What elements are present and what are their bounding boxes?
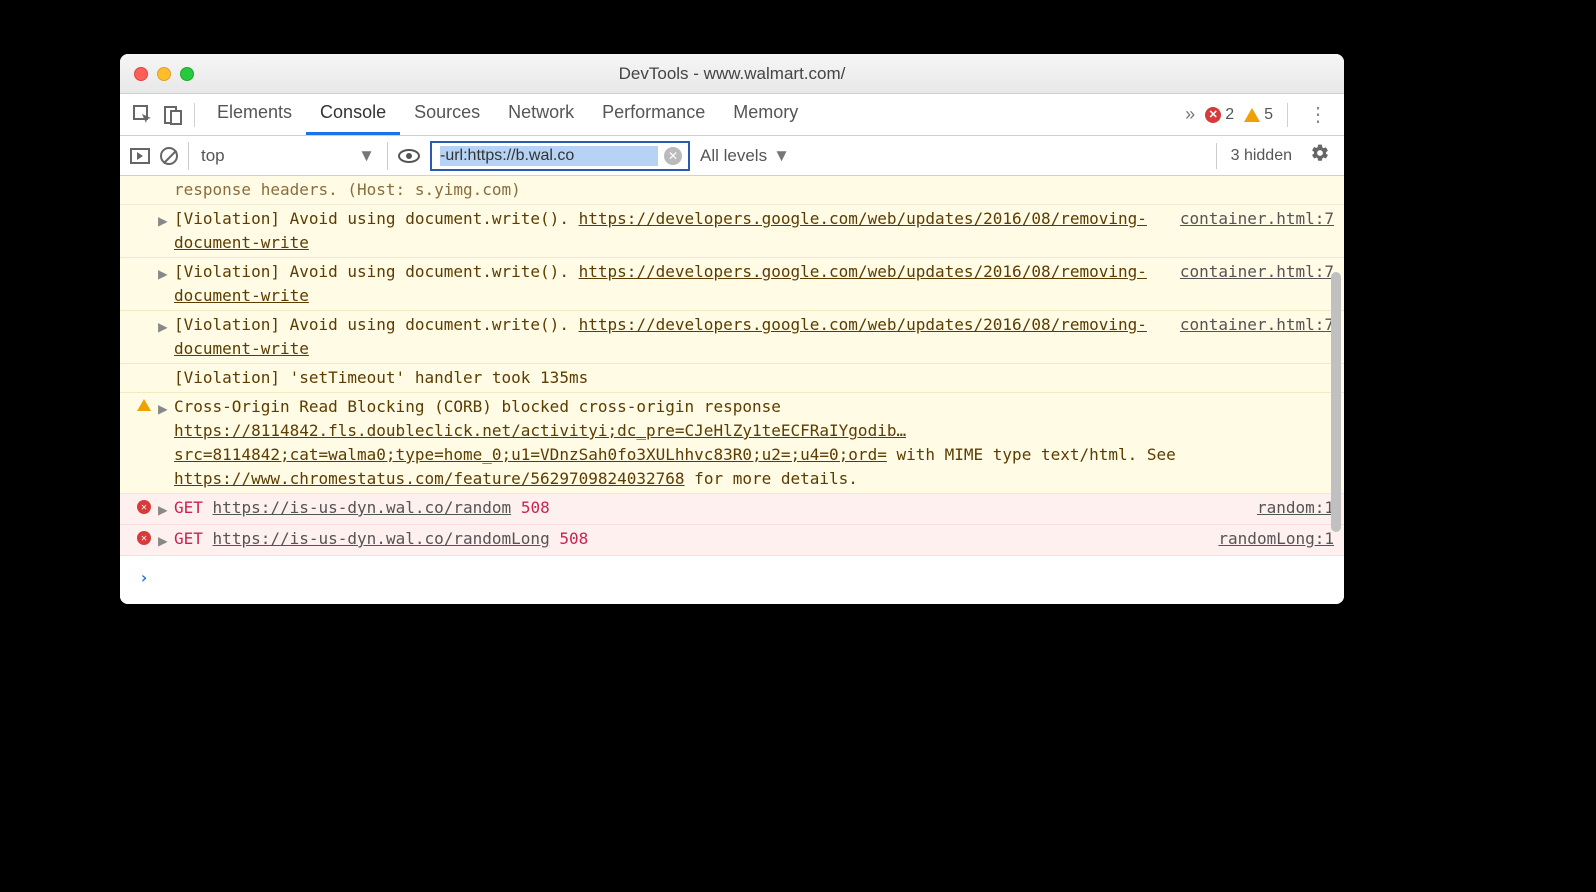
hidden-count[interactable]: 3 hidden bbox=[1231, 147, 1292, 165]
warn-count: 5 bbox=[1264, 106, 1273, 124]
log-message: GET https://is-us-dyn.wal.co/random 508 bbox=[174, 496, 1245, 520]
log-link[interactable]: https://www.chromestatus.com/feature/562… bbox=[174, 469, 685, 488]
more-tabs-icon[interactable]: » bbox=[1185, 104, 1195, 125]
tab-memory[interactable]: Memory bbox=[719, 94, 812, 135]
close-icon[interactable] bbox=[134, 67, 148, 81]
warning-icon bbox=[1244, 108, 1260, 122]
console-row: response headers. (Host: s.yimg.com) bbox=[120, 176, 1344, 205]
sidebar-toggle-icon[interactable] bbox=[130, 148, 150, 164]
log-source[interactable]: container.html:7 bbox=[1168, 260, 1334, 284]
error-icon: ✕ bbox=[1205, 107, 1221, 123]
log-source[interactable]: container.html:7 bbox=[1168, 313, 1334, 337]
menu-icon[interactable]: ⋮ bbox=[1302, 102, 1334, 127]
log-message: [Violation] 'setTimeout' handler took 13… bbox=[174, 366, 1334, 390]
console-row: ▶ [Violation] Avoid using document.write… bbox=[120, 311, 1344, 364]
maximize-icon[interactable] bbox=[180, 67, 194, 81]
warning-icon bbox=[137, 399, 151, 411]
traffic-lights bbox=[134, 67, 194, 81]
clear-console-icon[interactable] bbox=[160, 147, 178, 165]
separator bbox=[194, 103, 195, 127]
dropdown-icon: ▼ bbox=[358, 146, 375, 166]
expand-icon[interactable]: ▶ bbox=[158, 260, 174, 286]
log-link[interactable]: https://8114842.fls.doubleclick.net/acti… bbox=[174, 421, 906, 464]
tab-elements[interactable]: Elements bbox=[203, 94, 306, 135]
console-row: [Violation] 'setTimeout' handler took 13… bbox=[120, 364, 1344, 393]
log-message: response headers. (Host: s.yimg.com) bbox=[174, 178, 1334, 202]
warn-count-badge[interactable]: 5 bbox=[1244, 106, 1273, 124]
error-count-badge[interactable]: ✕ 2 bbox=[1205, 106, 1234, 124]
error-icon: ✕ bbox=[137, 500, 151, 514]
log-link[interactable]: https://is-us-dyn.wal.co/randomLong bbox=[213, 529, 550, 548]
error-count: 2 bbox=[1225, 106, 1234, 124]
device-toggle-icon[interactable] bbox=[160, 102, 186, 128]
log-source[interactable]: randomLong:1 bbox=[1206, 527, 1334, 551]
console-toolbar: top ▼ -url:https://b.wal.co ✕ All levels… bbox=[120, 136, 1344, 176]
titlebar: DevTools - www.walmart.com/ bbox=[120, 54, 1344, 94]
console-body: response headers. (Host: s.yimg.com) ▶ [… bbox=[120, 176, 1344, 604]
clear-filter-icon[interactable]: ✕ bbox=[664, 147, 682, 165]
console-row: ▶ [Violation] Avoid using document.write… bbox=[120, 258, 1344, 311]
expand-icon[interactable]: ▶ bbox=[158, 395, 174, 421]
expand-icon[interactable]: ▶ bbox=[158, 527, 174, 553]
log-message: [Violation] Avoid using document.write()… bbox=[174, 313, 1168, 361]
tab-network[interactable]: Network bbox=[494, 94, 588, 135]
devtools-window: DevTools - www.walmart.com/ Elements Con… bbox=[120, 54, 1344, 604]
expand-icon[interactable]: ▶ bbox=[158, 207, 174, 233]
expand-icon[interactable]: ▶ bbox=[158, 313, 174, 339]
inspect-icon[interactable] bbox=[130, 102, 156, 128]
context-label: top bbox=[201, 146, 225, 166]
window-title: DevTools - www.walmart.com/ bbox=[120, 64, 1344, 84]
live-expression-icon[interactable] bbox=[398, 149, 420, 163]
log-levels-selector[interactable]: All levels ▼ bbox=[700, 146, 790, 166]
filter-text: -url:https://b.wal.co bbox=[440, 146, 658, 166]
settings-gear-icon[interactable] bbox=[1306, 143, 1334, 169]
console-row: ▶ Cross-Origin Read Blocking (CORB) bloc… bbox=[120, 393, 1344, 494]
console-row: ✕ ▶ GET https://is-us-dyn.wal.co/random … bbox=[120, 494, 1344, 525]
separator bbox=[1287, 103, 1288, 127]
expand-icon[interactable]: ▶ bbox=[158, 496, 174, 522]
scrollbar-thumb[interactable] bbox=[1331, 272, 1341, 532]
log-link[interactable]: https://is-us-dyn.wal.co/random bbox=[213, 498, 512, 517]
tab-performance[interactable]: Performance bbox=[588, 94, 719, 135]
tab-console[interactable]: Console bbox=[306, 94, 400, 135]
filter-input[interactable]: -url:https://b.wal.co ✕ bbox=[430, 141, 690, 171]
tab-sources[interactable]: Sources bbox=[400, 94, 494, 135]
log-source[interactable]: random:1 bbox=[1245, 496, 1334, 520]
context-selector[interactable]: top ▼ bbox=[188, 142, 388, 170]
console-row: ✕ ▶ GET https://is-us-dyn.wal.co/randomL… bbox=[120, 525, 1344, 556]
log-message: Cross-Origin Read Blocking (CORB) blocke… bbox=[174, 395, 1334, 491]
log-source[interactable]: container.html:7 bbox=[1168, 207, 1334, 231]
minimize-icon[interactable] bbox=[157, 67, 171, 81]
dropdown-icon: ▼ bbox=[773, 146, 790, 166]
main-tabs: Elements Console Sources Network Perform… bbox=[120, 94, 1344, 136]
log-message: GET https://is-us-dyn.wal.co/randomLong … bbox=[174, 527, 1206, 551]
prompt-icon: › bbox=[139, 566, 149, 590]
log-message: [Violation] Avoid using document.write()… bbox=[174, 207, 1168, 255]
console-row: ▶ [Violation] Avoid using document.write… bbox=[120, 205, 1344, 258]
error-icon: ✕ bbox=[137, 531, 151, 545]
levels-label: All levels bbox=[700, 146, 767, 166]
console-prompt-row[interactable]: › bbox=[120, 556, 1344, 604]
log-message: [Violation] Avoid using document.write()… bbox=[174, 260, 1168, 308]
